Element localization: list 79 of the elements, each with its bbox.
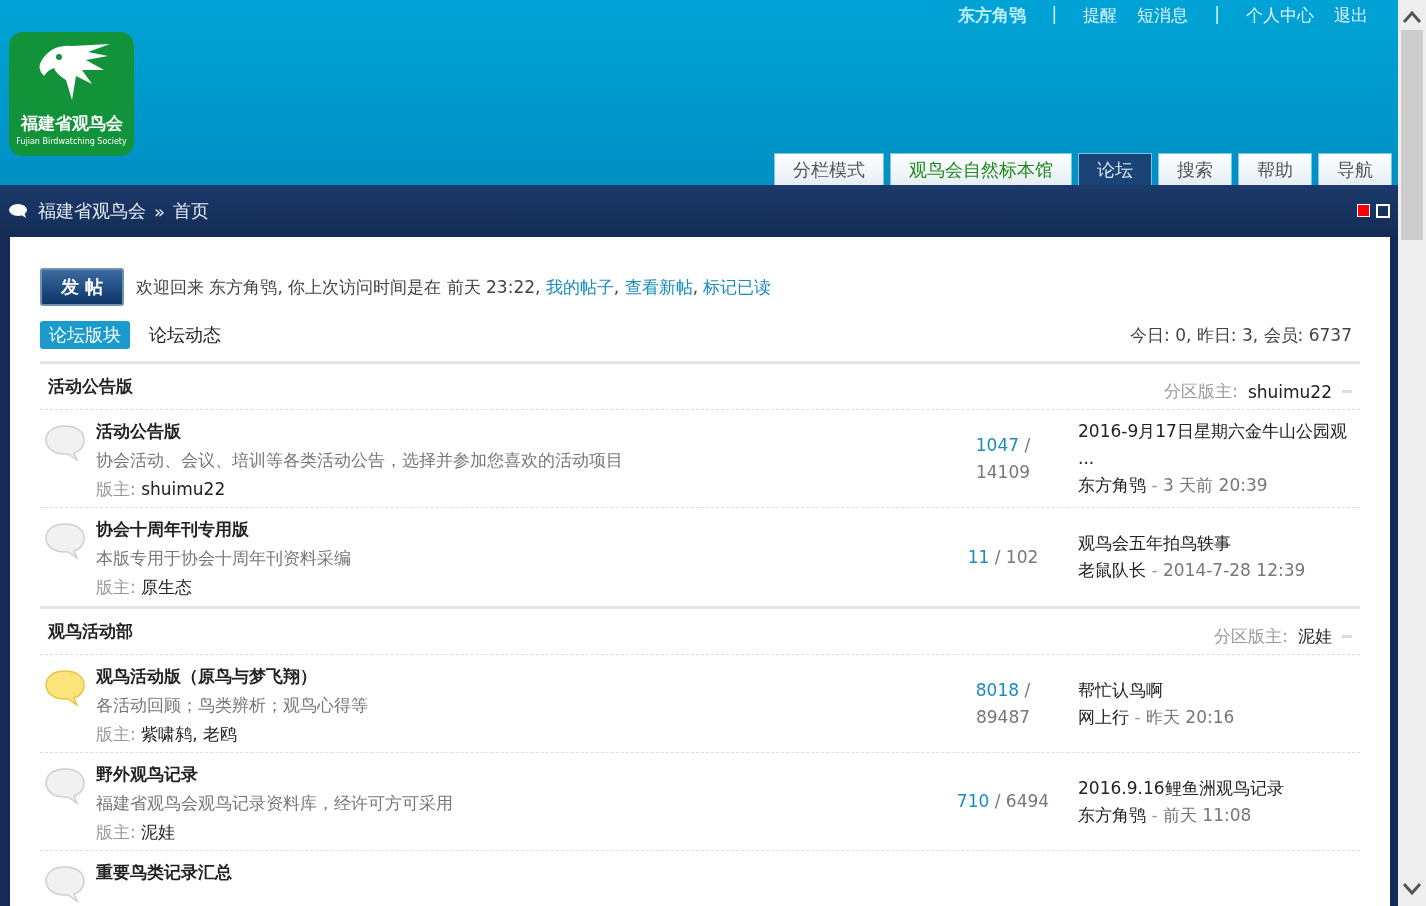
forum-moderators[interactable]: 泥娃 bbox=[141, 822, 176, 842]
separator: | bbox=[1051, 4, 1058, 26]
thread-count: 8018 bbox=[975, 679, 1020, 700]
section-moderator[interactable]: shuimu22 bbox=[1247, 381, 1332, 402]
last-post-title[interactable]: 2016.9.16鲤鱼洲观鸟记录 bbox=[1078, 774, 1360, 802]
last-post-author[interactable]: 网上行 bbox=[1078, 706, 1129, 727]
logo[interactable]: 福建省观鸟会 Fujian Birdwatching Society bbox=[9, 32, 134, 156]
last-post-title[interactable]: 帮忙认鸟啊 bbox=[1078, 676, 1360, 704]
thread-count: 1047 bbox=[975, 434, 1020, 455]
last-post-title[interactable]: 2016-9月17日星期六金牛山公园观 ... bbox=[1078, 418, 1360, 472]
last-post-time: 昨天 20:16 bbox=[1145, 706, 1235, 727]
scrollbar[interactable] bbox=[1398, 0, 1426, 906]
section-title: 活动公告版 bbox=[48, 375, 133, 398]
forum-description: 福建省观鸟会观鸟记录资料库，经许可方可采用 bbox=[96, 792, 454, 815]
breadcrumb-link[interactable]: 福建省观鸟会 bbox=[38, 199, 146, 223]
forum-description: 协会活动、会议、培训等各类活动公告，选择并参加您喜欢的活动项目 bbox=[96, 449, 624, 472]
post-count: 102 bbox=[1005, 546, 1039, 567]
nav-tab[interactable]: 搜索 bbox=[1158, 153, 1232, 185]
logo-title: 福建省观鸟会 bbox=[20, 112, 123, 135]
thread-count: 710 bbox=[956, 791, 990, 811]
last-post-dash: - bbox=[1151, 475, 1158, 495]
layout-toggle-icon[interactable] bbox=[1376, 204, 1390, 218]
nav-tab[interactable]: 分栏模式 bbox=[774, 153, 884, 185]
post-count: 89487 bbox=[975, 706, 1031, 727]
new-post-button[interactable]: 发 帖 bbox=[40, 268, 124, 306]
welcome-link[interactable]: 标记已读 bbox=[703, 276, 772, 297]
last-post-dash: - bbox=[1134, 706, 1141, 727]
thread-count: 11 bbox=[967, 546, 990, 567]
last-post-dash: - bbox=[1151, 560, 1158, 580]
welcome-link[interactable]: 查看新帖 bbox=[624, 276, 693, 297]
last-post-dash: - bbox=[1151, 804, 1158, 825]
post-count: 14109 bbox=[975, 461, 1031, 482]
nav-tab[interactable]: 观鸟会自然标本馆 bbox=[890, 153, 1072, 185]
forum-title[interactable]: 重要鸟类记录汇总 bbox=[96, 861, 1360, 884]
welcome-link[interactable]: 我的帖子 bbox=[545, 276, 614, 297]
breadcrumb-link[interactable]: 首页 bbox=[173, 199, 209, 223]
forum-title[interactable]: 协会十周年刊专用版 bbox=[96, 518, 948, 541]
count-separator: / bbox=[1024, 434, 1031, 455]
moderator-label: 版主: bbox=[96, 822, 136, 842]
forum-title[interactable]: 活动公告版 bbox=[96, 420, 948, 443]
forum-moderators[interactable]: shuimu22 bbox=[141, 479, 226, 499]
last-post-time: 3 天前 20:39 bbox=[1162, 475, 1268, 495]
last-post-time: 2014-7-28 12:39 bbox=[1162, 560, 1306, 580]
forum-title[interactable]: 野外观鸟记录 bbox=[96, 763, 948, 786]
logo-subtitle: Fujian Birdwatching Society bbox=[16, 137, 127, 146]
nav-tab[interactable]: 论坛 bbox=[1078, 153, 1152, 185]
welcome-message: 欢迎回来 东方角鸮, 你上次访问时间是在 前天 23:22, 我的帖子, 查看新帖, 标记已读 bbox=[136, 275, 772, 299]
nav-tab[interactable]: 帮助 bbox=[1238, 153, 1312, 185]
view-tab[interactable]: 论坛动态 bbox=[140, 321, 230, 349]
chat-bubble-icon bbox=[8, 203, 30, 219]
moderator-label: 版主: bbox=[96, 724, 136, 744]
forum-moderators[interactable]: 紫啸鸫, 老鸥 bbox=[141, 724, 237, 744]
separator: | bbox=[1214, 4, 1220, 26]
forum-stats: 今日: 0, 昨日: 3, 会员: 6737 bbox=[1130, 323, 1352, 347]
theme-swatch-icon[interactable] bbox=[1357, 204, 1370, 217]
last-post-title[interactable]: 观鸟会五年拍鸟轶事 bbox=[1078, 530, 1360, 557]
forum-description: 本版专用于协会十周年刊资料采编 bbox=[96, 547, 352, 570]
forum-description: 各活动回顾；鸟类辨析；观鸟心得等 bbox=[96, 694, 369, 717]
scroll-thumb[interactable] bbox=[1401, 30, 1423, 240]
forum-moderators[interactable]: 原生态 bbox=[141, 577, 193, 597]
last-post-author[interactable]: 东方角鸮 bbox=[1078, 475, 1146, 495]
forum-title[interactable]: 观鸟活动版（原鸟与梦飞翔） bbox=[96, 665, 948, 688]
scroll-down-icon[interactable] bbox=[1402, 882, 1422, 896]
moderator-label: 分区版主: bbox=[1164, 380, 1238, 403]
last-post-author[interactable]: 东方角鸮 bbox=[1078, 804, 1146, 825]
last-post-author[interactable]: 老鼠队长 bbox=[1078, 560, 1146, 580]
breadcrumb-separator: » bbox=[154, 200, 165, 222]
last-post-time: 前天 11:08 bbox=[1162, 804, 1252, 825]
section-title: 观鸟活动部 bbox=[48, 620, 133, 643]
section-moderator[interactable]: 泥娃 bbox=[1298, 625, 1332, 648]
nav-tab[interactable]: 导航 bbox=[1318, 153, 1392, 185]
scroll-up-icon[interactable] bbox=[1402, 10, 1422, 24]
moderator-label: 版主: bbox=[96, 577, 136, 597]
count-separator: / bbox=[994, 791, 1001, 811]
post-count: 6494 bbox=[1005, 791, 1050, 811]
moderator-label: 分区版主: bbox=[1214, 625, 1288, 648]
count-separator: / bbox=[994, 546, 1001, 567]
moderator-label: 版主: bbox=[96, 479, 136, 499]
count-separator: / bbox=[1024, 679, 1031, 700]
